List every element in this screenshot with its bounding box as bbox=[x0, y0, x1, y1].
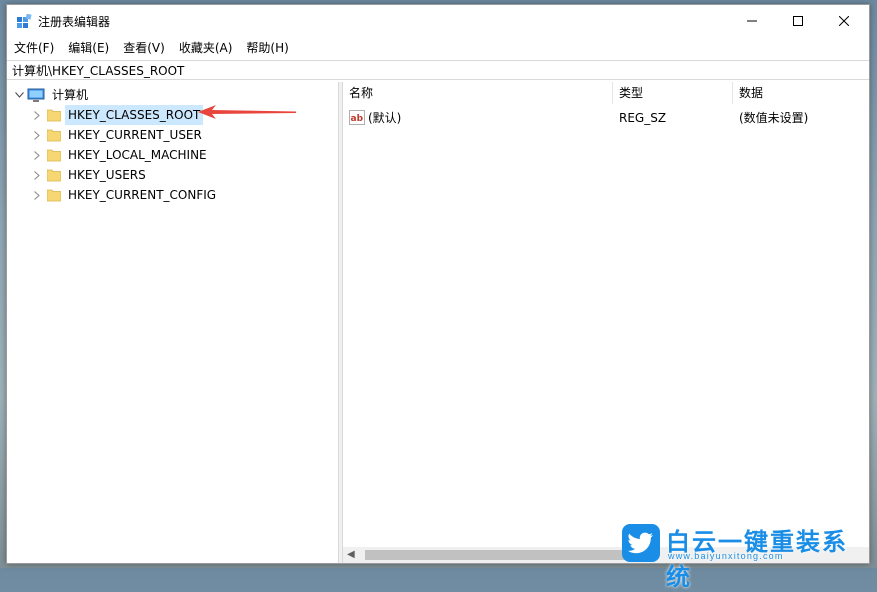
scroll-left-icon[interactable]: ◀ bbox=[347, 549, 355, 560]
list-item[interactable]: ab (默认) REG_SZ (数值未设置) bbox=[343, 108, 869, 128]
computer-icon bbox=[27, 88, 45, 102]
annotation-arrow-icon bbox=[198, 105, 296, 119]
address-bar[interactable]: 计算机\HKEY_CLASSES_ROOT bbox=[7, 60, 869, 80]
minimize-button[interactable] bbox=[729, 5, 775, 37]
window-title: 注册表编辑器 bbox=[38, 15, 111, 29]
folder-icon bbox=[47, 149, 61, 162]
close-icon bbox=[839, 16, 849, 26]
regedit-window: 注册表编辑器 文件(F) 编辑(E) 查看(V) 收藏夹(A) 帮助(H) 计算… bbox=[6, 4, 870, 564]
value-data: (数值未设置) bbox=[739, 111, 809, 125]
tree-item-hkey-users[interactable]: HKEY_USERS bbox=[31, 165, 149, 185]
minimize-icon bbox=[747, 20, 757, 22]
tree-label: HKEY_LOCAL_MACHINE bbox=[68, 148, 207, 162]
tree-item-hkey-current-config[interactable]: HKEY_CURRENT_CONFIG bbox=[31, 185, 219, 205]
value-type: REG_SZ bbox=[619, 111, 667, 125]
menu-edit[interactable]: 编辑(E) bbox=[61, 39, 116, 59]
registry-editor-icon bbox=[17, 14, 32, 28]
menu-bar: 文件(F) 编辑(E) 查看(V) 收藏夹(A) 帮助(H) bbox=[7, 39, 869, 59]
tree-pane: 计算机 HKEY_CLASSES_ROOT HKEY_CURRENT_USER … bbox=[7, 82, 339, 563]
value-name: (默认) bbox=[368, 111, 402, 125]
tree-label: HKEY_CURRENT_USER bbox=[68, 128, 202, 142]
tree-label: HKEY_CLASSES_ROOT bbox=[65, 105, 204, 125]
folder-icon bbox=[47, 169, 61, 182]
column-header-type[interactable]: 类型 bbox=[613, 82, 733, 104]
maximize-icon bbox=[793, 16, 803, 26]
values-pane: 名称 类型 数据 ab (默认) REG_SZ (数值未设置) ◀ bbox=[343, 82, 869, 563]
close-button[interactable] bbox=[821, 5, 867, 37]
tree-item-hkey-current-user[interactable]: HKEY_CURRENT_USER bbox=[31, 125, 205, 145]
title-bar[interactable]: 注册表编辑器 bbox=[7, 5, 869, 37]
menu-file[interactable]: 文件(F) bbox=[7, 39, 61, 59]
chevron-right-icon[interactable] bbox=[31, 105, 43, 125]
chevron-right-icon[interactable] bbox=[31, 145, 43, 165]
tree-label: HKEY_CURRENT_CONFIG bbox=[68, 188, 217, 202]
menu-view[interactable]: 查看(V) bbox=[116, 39, 172, 59]
chevron-right-icon[interactable] bbox=[31, 185, 43, 205]
column-header-data[interactable]: 数据 bbox=[733, 82, 871, 104]
chevron-down-icon[interactable] bbox=[13, 85, 25, 105]
tree-item-computer[interactable]: 计算机 bbox=[13, 85, 91, 105]
tree-label-computer: 计算机 bbox=[52, 88, 89, 102]
bird-logo-icon bbox=[622, 524, 660, 562]
watermark: 白云一键重装系统 www.baiyunxitong.com bbox=[622, 522, 872, 591]
menu-favorites[interactable]: 收藏夹(A) bbox=[172, 39, 240, 59]
chevron-right-icon[interactable] bbox=[31, 125, 43, 145]
watermark-url: www.baiyunxitong.com bbox=[668, 551, 784, 561]
svg-text:ab: ab bbox=[351, 114, 364, 124]
folder-icon bbox=[47, 129, 61, 142]
string-value-icon: ab bbox=[349, 110, 365, 125]
chevron-right-icon[interactable] bbox=[31, 165, 43, 185]
maximize-button[interactable] bbox=[775, 5, 821, 37]
scrollbar-thumb[interactable] bbox=[365, 550, 625, 560]
column-header-name[interactable]: 名称 bbox=[343, 82, 613, 104]
menu-help[interactable]: 帮助(H) bbox=[239, 39, 295, 59]
folder-icon bbox=[47, 189, 61, 202]
tree-label: HKEY_USERS bbox=[68, 168, 146, 182]
tree-item-hkey-classes-root[interactable]: HKEY_CLASSES_ROOT bbox=[31, 105, 204, 125]
tree-item-hkey-local-machine[interactable]: HKEY_LOCAL_MACHINE bbox=[31, 145, 210, 165]
folder-icon bbox=[47, 109, 61, 122]
